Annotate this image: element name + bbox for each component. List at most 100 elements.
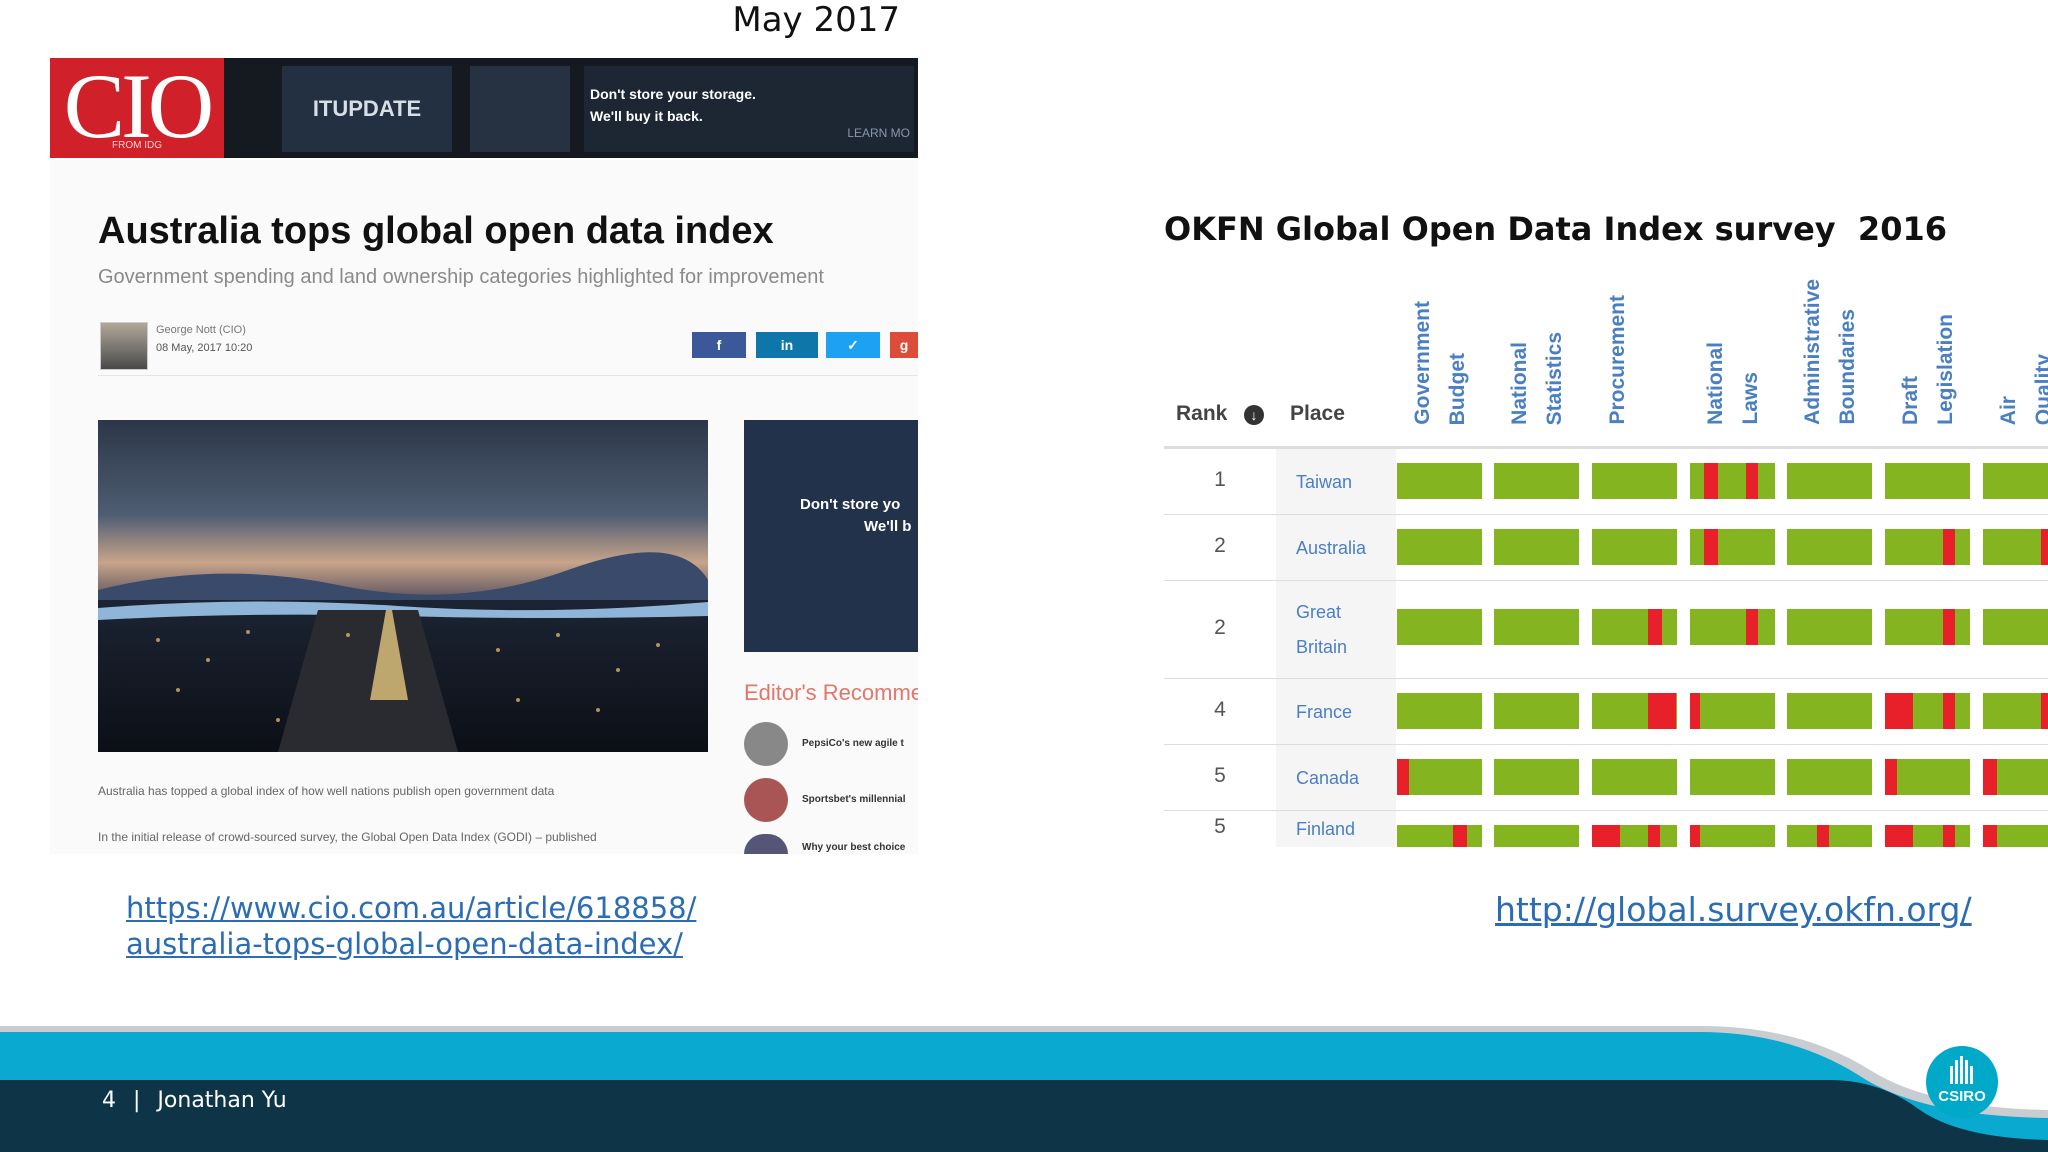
score-bar-red-segment — [1817, 825, 1829, 847]
cio-link-line2: australia-tops-global-open-data-index/ — [126, 927, 683, 961]
csiro-logo-text: CSIRO — [1938, 1088, 1986, 1105]
score-bar — [1983, 463, 2048, 499]
place-name[interactable]: Canada — [1296, 761, 1359, 796]
rank-cell: 1 — [1214, 468, 1226, 491]
twitter-share-icon: ✓ — [826, 332, 880, 358]
presenter-name: Jonathan Yu — [157, 1088, 287, 1113]
score-bar-red-segment — [1885, 693, 1913, 729]
column-header: Legislation — [1934, 314, 1957, 425]
article-body-line: Australia has topped a global index of h… — [98, 784, 555, 798]
header-divider — [1164, 446, 2048, 448]
rank-header: Rank — [1176, 402, 1228, 425]
score-bar — [1787, 825, 1872, 847]
score-bar — [1983, 693, 2048, 729]
column-header: Government — [1411, 301, 1434, 425]
score-bar — [1885, 529, 1970, 565]
score-bar-red-segment — [1704, 463, 1718, 499]
article-body-line: In the initial release of crowd-sourced … — [98, 830, 597, 844]
article-date: 08 May, 2017 10:20 — [156, 342, 253, 354]
place-cell: Australia — [1276, 515, 1396, 581]
score-bar-red-segment — [1943, 609, 1955, 645]
score-bar — [1690, 693, 1775, 729]
place-cell: Great Britain — [1276, 581, 1396, 679]
score-bar — [1787, 609, 1872, 645]
column-header: National — [1508, 342, 1531, 425]
recommendation-item: Why your best choice — [802, 842, 906, 853]
score-bar — [1690, 463, 1775, 499]
cio-link-line1: https://www.cio.com.au/article/618858/ — [126, 891, 697, 925]
score-bar — [1787, 463, 1872, 499]
footer-credit: 4 | Jonathan Yu — [102, 1088, 287, 1113]
place-name[interactable]: Taiwan — [1296, 465, 1352, 500]
banner-ad: Don't store your storage. We'll buy it b… — [584, 66, 914, 152]
okfn-survey-link[interactable]: http://global.survey.okfn.org/ — [1495, 890, 1972, 929]
score-bar — [1494, 529, 1579, 565]
table-row[interactable]: 1 Taiwan — [1164, 448, 2048, 515]
score-bar-red-segment — [1943, 825, 1955, 847]
itupdate-ad: ITUPDATE — [282, 66, 452, 152]
score-bar — [1592, 463, 1677, 499]
place-cell: Canada — [1276, 745, 1396, 811]
facebook-share-icon: f — [692, 332, 746, 358]
score-bar — [1397, 759, 1482, 795]
score-bar — [1592, 825, 1677, 847]
table-row[interactable]: 2 Australia — [1164, 514, 2048, 581]
score-bar-red-segment — [2041, 529, 2048, 565]
score-bar — [1397, 693, 1482, 729]
score-bar — [1592, 609, 1677, 645]
recommendation-thumb — [744, 778, 788, 822]
banner-ad-line2: We'll buy it back. — [590, 108, 703, 124]
place-cell: France — [1276, 679, 1396, 745]
score-bar — [1787, 529, 1872, 565]
column-header: Statistics — [1543, 331, 1566, 425]
score-bar — [1885, 759, 1970, 795]
score-bar — [1592, 529, 1677, 565]
place-name[interactable]: Britain — [1296, 630, 1347, 665]
place-cell: Finland — [1276, 811, 1396, 847]
recommendation-item: PepsiCo's new agile t — [802, 738, 904, 749]
cio-logo-sub: FROM IDG — [112, 140, 162, 151]
score-bar-red-segment — [1397, 759, 1409, 795]
column-header: Procurement — [1606, 295, 1629, 425]
rank-cell: 5 — [1214, 764, 1226, 787]
linkedin-share-icon: in — [756, 332, 818, 358]
banner-image — [470, 66, 570, 152]
score-bar-red-segment — [2041, 693, 2048, 729]
recommendation-thumb — [744, 722, 788, 766]
okfn-title: OKFN Global Open Data Index survey 2016 — [1164, 210, 1947, 248]
score-bar-red-segment — [1943, 529, 1955, 565]
column-header: National — [1704, 342, 1727, 425]
table-row[interactable]: 4 France — [1164, 678, 2048, 745]
score-bar-red-segment — [1983, 825, 1997, 847]
cio-article-link[interactable]: https://www.cio.com.au/article/618858/ a… — [126, 890, 696, 962]
score-bar — [1592, 693, 1677, 729]
score-bar — [1690, 529, 1775, 565]
author-name: George Nott (CIO) — [156, 324, 246, 336]
score-bar-red-segment — [1648, 693, 1676, 729]
score-bar-red-segment — [1885, 759, 1897, 795]
divider — [98, 375, 918, 376]
score-bar — [1397, 529, 1482, 565]
csiro-logo: CSIRO — [1926, 1046, 1998, 1118]
place-name[interactable]: Finland — [1296, 812, 1355, 847]
table-row[interactable]: 2 Great Britain — [1164, 580, 2048, 679]
score-bar — [1885, 693, 1970, 729]
column-header: Boundaries — [1836, 309, 1859, 425]
column-header: Air — [1997, 395, 2020, 425]
column-header: Laws — [1739, 372, 1762, 425]
score-bar — [1690, 825, 1775, 847]
place-name[interactable]: Australia — [1296, 531, 1366, 566]
table-row[interactable]: 5 Canada — [1164, 744, 2048, 811]
score-bar-red-segment — [1885, 825, 1913, 847]
side-ad-line1: Don't store yo — [800, 496, 901, 513]
score-bar — [1690, 759, 1775, 795]
column-header: Administrative — [1801, 279, 1824, 425]
table-row[interactable]: 5 Finland — [1164, 810, 2048, 847]
page-number: 4 — [102, 1088, 116, 1113]
slide-date: May 2017 — [732, 0, 900, 40]
place-name[interactable]: Great — [1296, 595, 1341, 630]
score-bar — [1494, 693, 1579, 729]
column-header: Draft — [1899, 375, 1922, 425]
place-name[interactable]: France — [1296, 695, 1352, 730]
score-bar — [1885, 609, 1970, 645]
